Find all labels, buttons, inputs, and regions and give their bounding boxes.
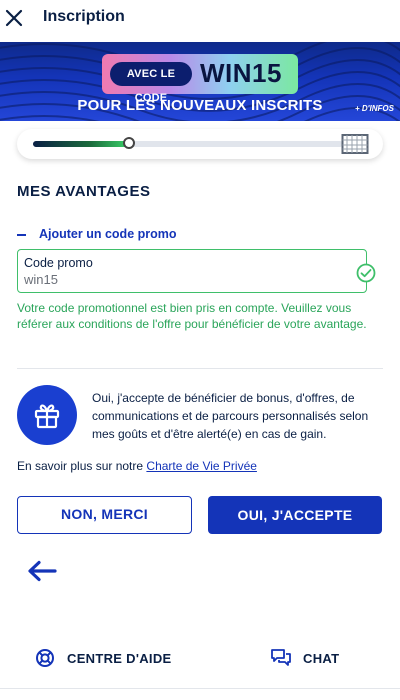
lifebuoy-icon: [36, 649, 54, 667]
top-bar: Inscription: [0, 0, 400, 42]
promo-badge-label: AVEC LE CODE: [110, 62, 192, 104]
promo-code-field[interactable]: Code promo: [17, 249, 367, 293]
progress-track: [33, 137, 343, 149]
promo-toggle-label: Ajouter un code promo: [39, 227, 177, 241]
consent-text: Oui, j'accepte de bénéficier de bonus, d…: [92, 391, 369, 441]
promo-code-badge: AVEC LE CODE WIN15: [102, 54, 298, 104]
banner-subtitle: POUR LES NOUVEAUX INSCRITS: [77, 97, 323, 114]
check-circle-icon: [356, 263, 376, 283]
progress-ball-icon: [123, 137, 136, 149]
privacy-prefix: En savoir plus sur notre: [17, 459, 147, 473]
page-title: Inscription: [43, 8, 125, 25]
progress-fill: [33, 141, 130, 147]
promo-success-message: Votre code promotionnel est bien pris en…: [17, 301, 367, 331]
progress-card: [17, 129, 383, 159]
footer-divider: [0, 688, 400, 689]
divider: [17, 368, 383, 369]
banner-infos-link[interactable]: + D'INFOS: [355, 104, 394, 113]
goal-net-icon: [341, 134, 369, 154]
promo-code-input[interactable]: [24, 272, 324, 287]
chat-bubbles-icon: [271, 649, 291, 666]
promo-banner[interactable]: AVEC LE CODE WIN15 POUR LES NOUVEAUX INS…: [0, 42, 400, 121]
decline-button[interactable]: NON, MERCI: [17, 496, 192, 534]
promo-badge-code: WIN15: [200, 58, 282, 88]
privacy-line: En savoir plus sur notre Charte de Vie P…: [17, 459, 257, 473]
close-icon[interactable]: [4, 8, 24, 28]
minus-icon: [17, 234, 26, 236]
promo-code-label: Code promo: [24, 256, 93, 270]
gift-icon: [34, 404, 60, 429]
chat-label: CHAT: [303, 651, 340, 666]
section-title: MES AVANTAGES: [17, 183, 151, 200]
back-arrow-icon[interactable]: [26, 559, 58, 583]
gift-badge: [17, 385, 77, 445]
privacy-charter-link[interactable]: Charte de Vie Privée: [146, 459, 257, 473]
accept-button[interactable]: OUI, J'ACCEPTE: [208, 496, 382, 534]
help-center-label: CENTRE D'AIDE: [67, 651, 172, 666]
